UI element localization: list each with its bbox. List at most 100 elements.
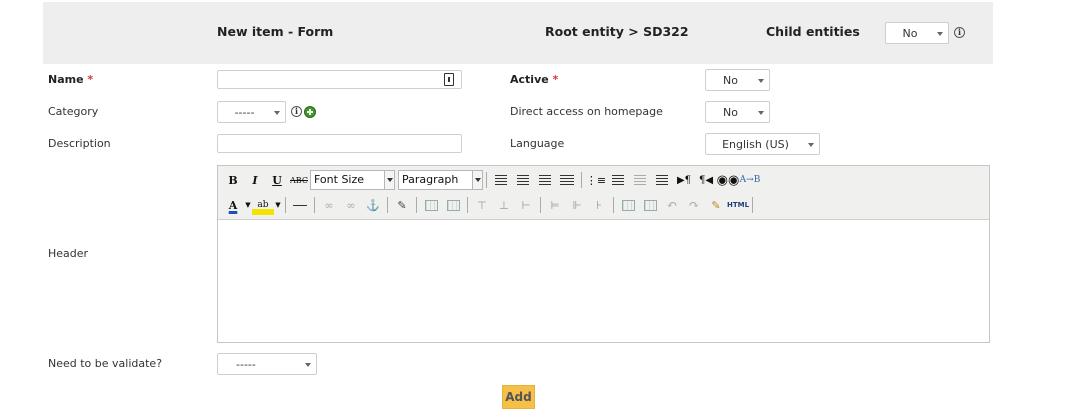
language-label: Language [510, 137, 565, 150]
indent-button[interactable] [651, 170, 673, 190]
info-icon[interactable]: i [954, 27, 965, 38]
paragraph-value: Paragraph [402, 173, 459, 186]
insert-col-before-icon[interactable]: ⊨ [544, 195, 566, 215]
table-cell-grid [446, 199, 460, 211]
editor-content-area[interactable] [218, 221, 989, 342]
name-field[interactable] [217, 70, 462, 89]
table-row-icon[interactable] [420, 195, 442, 215]
toolbar-separator [416, 197, 417, 213]
active-select[interactable]: No [705, 69, 770, 91]
indent-icon [656, 175, 668, 185]
align-center-icon [517, 175, 529, 185]
direct-access-select[interactable]: No [705, 101, 770, 123]
add-button[interactable]: Add [502, 385, 535, 409]
align-right-button[interactable] [534, 170, 556, 190]
toolbar-separator [467, 197, 468, 213]
merge-cells-grid [643, 199, 657, 211]
required-marker: * [87, 73, 94, 86]
align-left-icon [495, 175, 507, 185]
numbered-list-icon [612, 175, 624, 185]
active-value: No [723, 74, 738, 87]
chevron-down-icon [384, 171, 394, 189]
direct-access-label: Direct access on homepage [510, 105, 663, 118]
paragraph-select[interactable]: Paragraph [398, 170, 483, 190]
delete-row-icon[interactable]: ⊢ [515, 195, 537, 215]
chevron-down-icon[interactable]: ▼ [244, 195, 252, 215]
editor-toolbar: B I U ABC Font Size Paragraph ⋮≡ ▶¶ ¶◀ ◉… [218, 166, 989, 220]
toolbar-row-2: A ▼ ab ▼ ∞ ∞ ⚓ ✎ ⊤ ⊥ ⊢ ⊨ ⊩ ⊦ ↶ ↷ ✎ HTML [222, 194, 756, 216]
chevron-down-icon [758, 79, 764, 83]
category-select[interactable]: ----- [217, 101, 286, 123]
form-title: New item - Form [217, 24, 334, 39]
align-center-button[interactable] [512, 170, 534, 190]
cleanup-icon[interactable]: ✎ [705, 195, 727, 215]
child-entities-select[interactable]: No [885, 22, 949, 44]
split-cells-icon[interactable] [617, 195, 639, 215]
align-left-button[interactable] [490, 170, 512, 190]
numbered-list-button[interactable] [607, 170, 629, 190]
rich-text-editor: B I U ABC Font Size Paragraph ⋮≡ ▶¶ ¶◀ ◉… [217, 165, 990, 343]
chevron-down-icon [808, 143, 814, 147]
redo-icon[interactable]: ↷ [683, 195, 705, 215]
justify-icon [560, 175, 574, 185]
toolbar-separator [285, 197, 286, 213]
insert-row-before-icon[interactable]: ⊤ [471, 195, 493, 215]
anchor-icon[interactable]: ⚓ [362, 195, 384, 215]
insert-row-after-icon[interactable]: ⊥ [493, 195, 515, 215]
font-size-select[interactable]: Font Size [310, 170, 395, 190]
undo-icon[interactable]: ↶ [661, 195, 683, 215]
toolbar-separator [486, 172, 487, 188]
insert-col-after-icon[interactable]: ⊩ [566, 195, 588, 215]
validate-label: Need to be validate? [48, 357, 163, 370]
chevron-down-icon[interactable]: ▼ [274, 195, 282, 215]
highlight-color-icon[interactable]: ab [252, 195, 274, 215]
description-field[interactable] [217, 134, 462, 153]
strikethrough-button[interactable]: ABC [288, 170, 310, 190]
horizontal-rule-line [293, 204, 307, 206]
bullet-list-button[interactable]: ⋮≡ [585, 170, 607, 190]
unlink-icon[interactable]: ∞ [340, 195, 362, 215]
toolbar-separator [613, 197, 614, 213]
split-cells-grid [621, 199, 635, 211]
add-category-icon[interactable] [304, 106, 316, 118]
breadcrumb[interactable]: Root entity > SD322 [545, 24, 689, 39]
align-right-icon [539, 175, 551, 185]
validate-select[interactable]: ----- [217, 353, 317, 375]
toolbar-separator [540, 197, 541, 213]
find-icon[interactable]: ◉◉ [717, 170, 740, 190]
justify-button[interactable] [556, 170, 578, 190]
toolbar-separator [752, 197, 753, 213]
table-cell-icon[interactable] [442, 195, 464, 215]
ltr-button[interactable]: ▶¶ [673, 170, 695, 190]
header-label: Header [48, 247, 89, 260]
description-label: Description [48, 137, 111, 150]
category-label: Category [48, 105, 99, 118]
outdent-button[interactable] [629, 170, 651, 190]
required-marker: * [552, 73, 559, 86]
language-select[interactable]: English (US) [705, 133, 820, 155]
font-color-icon[interactable]: A [222, 195, 244, 215]
link-icon[interactable]: ∞ [318, 195, 340, 215]
chevron-down-icon [305, 363, 311, 367]
html-source-button[interactable]: HTML [727, 195, 749, 215]
info-icon[interactable]: i [291, 106, 302, 117]
category-value: ----- [234, 106, 255, 119]
chevron-down-icon [274, 111, 280, 115]
toolbar-separator [387, 197, 388, 213]
rtl-button[interactable]: ¶◀ [695, 170, 717, 190]
delete-col-icon[interactable]: ⊦ [588, 195, 610, 215]
horizontal-rule-icon[interactable] [289, 195, 311, 215]
underline-button[interactable]: U [266, 170, 288, 190]
bold-button[interactable]: B [222, 170, 244, 190]
replace-icon[interactable]: A→B [739, 170, 761, 190]
outdent-icon [634, 175, 646, 185]
chevron-down-icon [472, 171, 482, 189]
toolbar-row-1: B I U ABC Font Size Paragraph ⋮≡ ▶¶ ¶◀ ◉… [222, 169, 761, 191]
chevron-down-icon [758, 111, 764, 115]
italic-button[interactable]: I [244, 170, 266, 190]
edit-image-icon[interactable]: ✎ [391, 195, 413, 215]
toolbar-separator [314, 197, 315, 213]
merge-cells-icon[interactable] [639, 195, 661, 215]
keyboard-icon[interactable] [444, 73, 454, 86]
direct-access-value: No [723, 106, 738, 119]
